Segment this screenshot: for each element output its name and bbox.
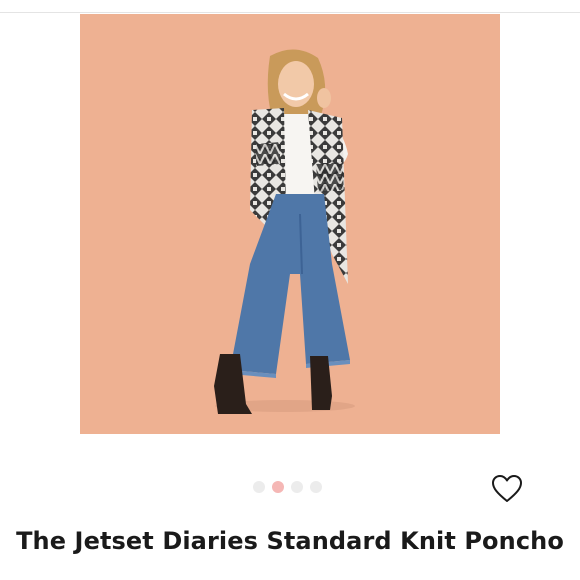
carousel-dot-2[interactable] <box>272 481 284 493</box>
top-divider <box>0 12 580 13</box>
carousel-dot-4[interactable] <box>310 481 322 493</box>
heart-outline-icon <box>492 475 522 502</box>
like-button[interactable] <box>490 473 524 505</box>
product-title: The Jetset Diaries Standard Knit Poncho <box>16 527 564 555</box>
carousel-pagination <box>253 481 322 493</box>
product-photo[interactable] <box>80 14 500 434</box>
carousel-dot-3[interactable] <box>291 481 303 493</box>
model-illustration <box>80 14 500 434</box>
listing-page: The Jetset Diaries Standard Knit Poncho <box>0 0 580 580</box>
carousel-dot-1[interactable] <box>253 481 265 493</box>
